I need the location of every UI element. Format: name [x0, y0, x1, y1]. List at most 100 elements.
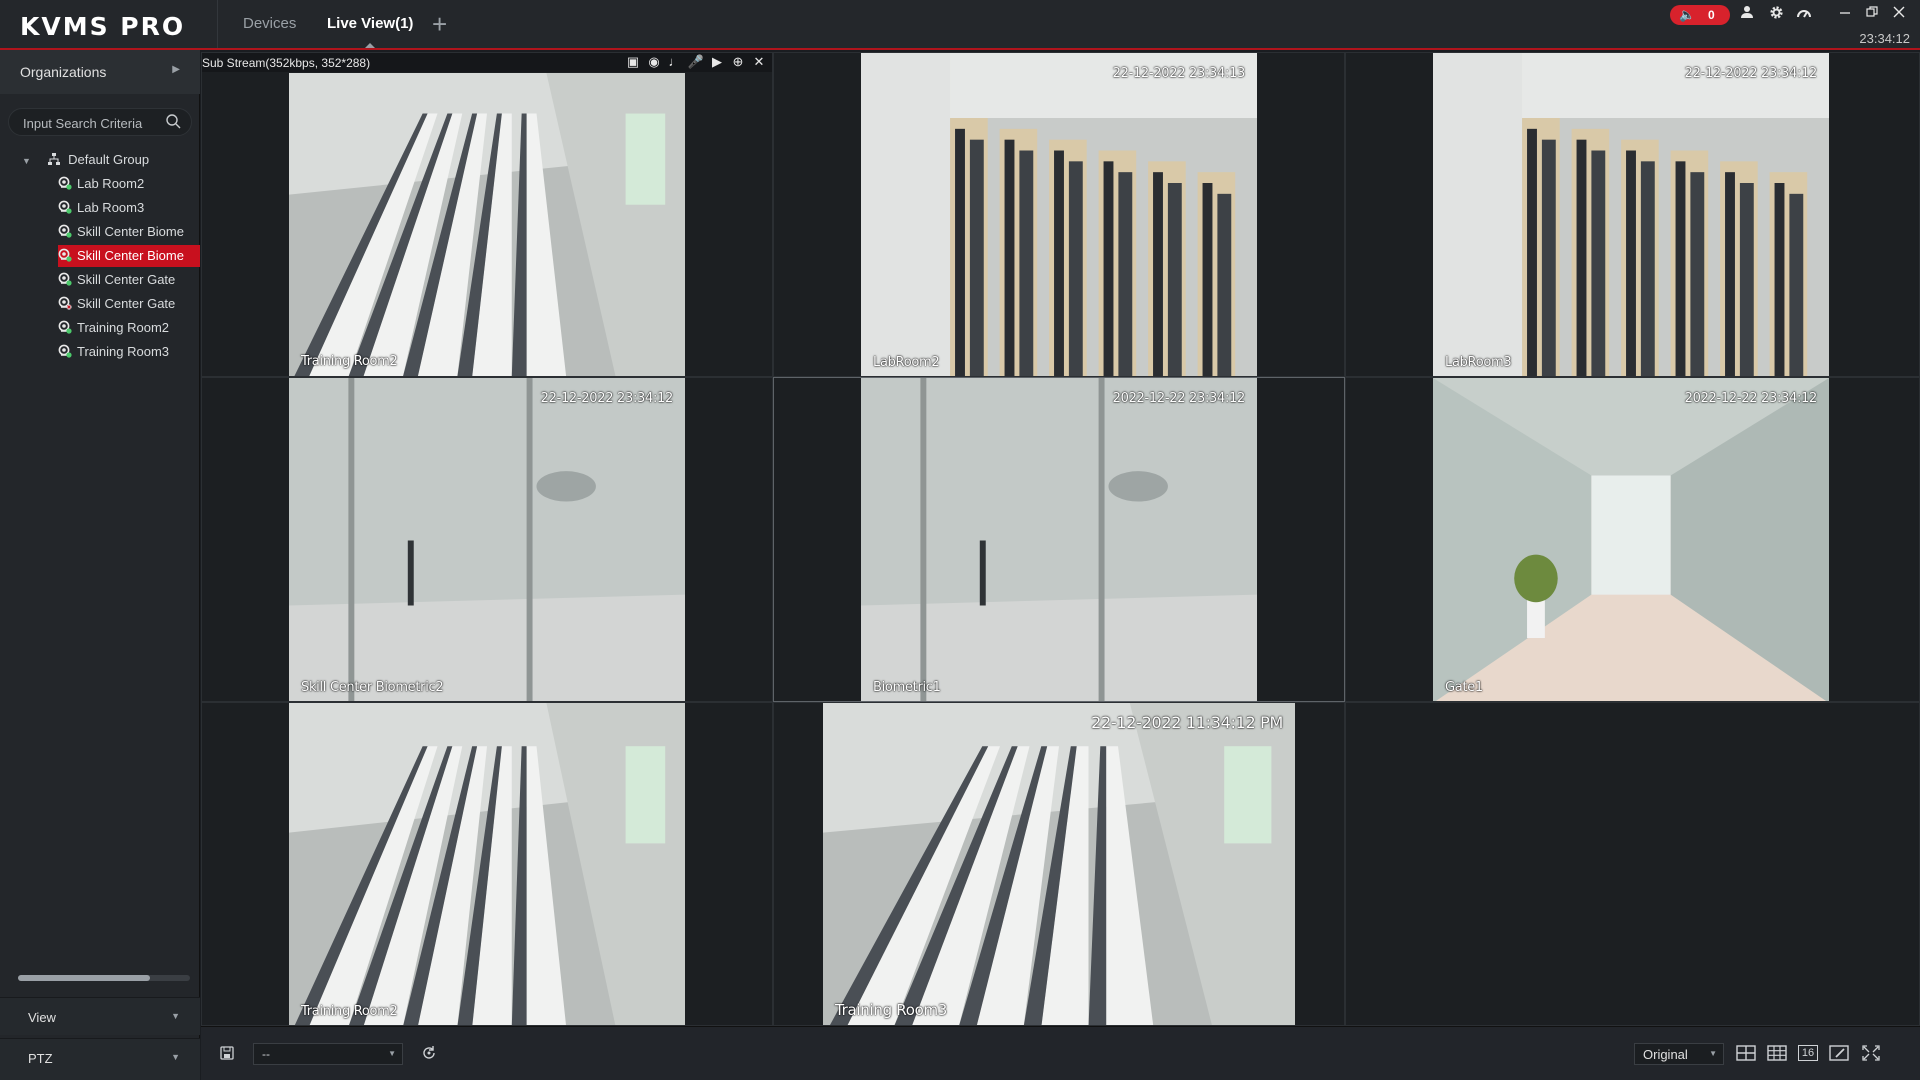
camera-online-icon — [58, 199, 72, 214]
camera-video-frame: Training Room2 — [289, 73, 685, 376]
video-cell[interactable]: 2022-12-22 23:34:12 Gate1 — [1345, 377, 1920, 702]
layout-4-icon[interactable] — [1736, 1044, 1756, 1062]
tree-root-default-group[interactable]: ▼ Default Group — [22, 149, 200, 171]
video-cell[interactable]: Training Room2 Sub Stream(352kbps, 352*28… — [201, 52, 773, 377]
camera-name-overlay: Gate1 — [1445, 680, 1483, 695]
camera-online-icon — [58, 343, 72, 358]
camera-timestamp: 22-12-2022 11:34:12 PM — [1091, 713, 1283, 732]
camera-video-frame: 22-12-2022 23:34:13 LabRoom2 — [861, 53, 1257, 376]
divider — [217, 0, 218, 48]
fullscreen-icon[interactable] — [1861, 1044, 1881, 1062]
camera-video-frame: 2022-12-22 23:34:12 Gate1 — [1433, 378, 1829, 701]
live-view-grid: Training Room2 Sub Stream(352kbps, 352*28… — [201, 52, 1920, 1026]
camera-offline-icon — [58, 295, 72, 310]
view-panel-header[interactable]: View ▼ — [0, 997, 200, 1035]
snapshot-icon[interactable]: ◉ — [645, 54, 663, 70]
audio-icon[interactable]: ♩ — [666, 54, 684, 69]
organizations-label: Organizations — [20, 64, 107, 80]
tree-item-camera[interactable]: Lab Room3 — [58, 197, 200, 219]
camera-video-frame: Training Room2 — [289, 703, 685, 1025]
record-icon[interactable]: ▶ — [708, 54, 726, 70]
close-icon[interactable] — [1889, 5, 1909, 22]
add-tab-button[interactable]: + — [432, 10, 447, 38]
ptz-panel-header[interactable]: PTZ ▼ — [0, 1038, 200, 1080]
minimize-icon[interactable] — [1835, 5, 1855, 22]
chevron-down-icon: ▼ — [171, 1011, 180, 1021]
fisheye-icon[interactable]: ▣ — [624, 54, 642, 70]
search-icon[interactable] — [165, 113, 181, 129]
tree-item-label: Skill Center Gate — [77, 296, 176, 311]
camera-name-overlay: Training Room2 — [301, 354, 398, 369]
aspect-mode-select[interactable]: Original ▼ — [1634, 1043, 1724, 1065]
tree-root-label: Default Group — [68, 152, 150, 167]
layout-9-icon[interactable] — [1767, 1044, 1787, 1062]
video-cell[interactable]: 22-12-2022 11:34:12 PM Training Room3 — [773, 702, 1345, 1026]
camera-name-overlay: Skill Center Biometric2 — [301, 680, 444, 695]
video-cell[interactable]: 22-12-2022 23:34:13 LabRoom2 — [773, 52, 1345, 377]
organization-tree-icon — [47, 151, 61, 165]
camera-online-icon — [58, 319, 72, 334]
restore-icon[interactable] — [1862, 5, 1882, 22]
save-view-icon[interactable] — [217, 1045, 237, 1065]
sidebar: Organizations ▶ ▼ Default Group Lab Room… — [0, 50, 200, 1080]
camera-timestamp: 2022-12-22 23:34:12 — [1112, 391, 1246, 406]
search-input[interactable] — [23, 114, 163, 132]
scrollbar-thumb[interactable] — [18, 975, 150, 981]
tree-item-camera[interactable]: Training Room3 — [58, 341, 200, 363]
gear-icon[interactable] — [1766, 5, 1786, 24]
tree-item-camera[interactable]: Skill Center Gate — [58, 269, 200, 291]
refresh-icon[interactable] — [419, 1045, 439, 1065]
video-cell[interactable]: 22-12-2022 23:34:12 Skill Center Biometri… — [201, 377, 773, 702]
horizontal-scrollbar[interactable] — [18, 975, 190, 981]
camera-name-overlay: Training Room2 — [301, 1004, 398, 1019]
alarm-badge[interactable]: 🔈 0 — [1670, 5, 1730, 25]
camera-video-frame: 22-12-2022 11:34:12 PM Training Room3 — [823, 703, 1295, 1025]
view-label: View — [28, 1010, 56, 1025]
video-cell[interactable] — [1345, 702, 1920, 1026]
tree-item-camera[interactable]: Skill Center Biome — [58, 221, 200, 243]
camera-video-frame: 22-12-2022 23:34:12 LabRoom3 — [1433, 53, 1829, 376]
video-cell[interactable]: 22-12-2022 23:34:12 LabRoom3 — [1345, 52, 1920, 377]
search-box — [8, 108, 192, 136]
tab-devices[interactable]: Devices — [243, 0, 296, 48]
tree-item-label: Lab Room3 — [77, 200, 145, 215]
stream-info-text: Sub Stream(352kbps, 352*288) — [202, 56, 371, 70]
tree-item-camera[interactable]: Lab Room2 — [58, 173, 200, 195]
camera-timestamp: 22-12-2022 23:34:12 — [540, 391, 674, 406]
user-icon[interactable] — [1737, 5, 1757, 23]
layout-16-icon[interactable]: 16 — [1798, 1045, 1818, 1061]
talk-icon[interactable]: 🎤 — [687, 54, 705, 70]
tab-live-view[interactable]: Live View(1) — [327, 0, 413, 48]
tree-item-camera[interactable]: Training Room2 — [58, 317, 200, 339]
close-icon[interactable]: ✕ — [750, 54, 768, 70]
camera-online-icon — [58, 271, 72, 286]
chevron-right-icon: ▶ — [172, 64, 180, 75]
zoom-icon[interactable]: ⊕ — [729, 54, 747, 70]
custom-layout-icon[interactable] — [1829, 1044, 1849, 1062]
app-logo: KVMS PRO — [20, 12, 186, 41]
camera-online-icon — [58, 223, 72, 238]
camera-video-frame: 2022-12-22 23:34:12 Biometric1 — [861, 378, 1257, 701]
tree-item-label: Training Room3 — [77, 344, 170, 359]
camera-name-overlay: Biometric1 — [873, 680, 941, 695]
tree-item-label: Lab Room2 — [77, 176, 145, 191]
camera-video-frame: 22-12-2022 23:34:12 Skill Center Biometri… — [289, 378, 685, 701]
live-view-toolbar: -- ▼ Original ▼ 16 — [201, 1026, 1920, 1080]
organizations-header[interactable]: Organizations ▶ — [0, 50, 200, 94]
tree-item-camera[interactable]: Skill Center Gate — [58, 293, 200, 315]
system-clock: 23:34:12 — [1859, 31, 1910, 46]
expand-arrow-icon[interactable]: ▼ — [22, 156, 31, 166]
preset-select-value: -- — [262, 1047, 270, 1061]
ptz-label: PTZ — [28, 1051, 53, 1066]
camera-name-overlay: LabRoom3 — [1445, 355, 1512, 370]
chevron-down-icon: ▼ — [171, 1052, 180, 1062]
performance-gauge-icon[interactable] — [1794, 5, 1814, 23]
camera-timestamp: 2022-12-22 23:34:12 — [1684, 391, 1818, 406]
view-preset-select[interactable]: -- ▼ — [253, 1043, 403, 1065]
tree-item-camera[interactable]: Skill Center Biome — [58, 245, 200, 267]
camera-timestamp: 22-12-2022 23:34:13 — [1112, 66, 1246, 81]
video-cell[interactable]: 2022-12-22 23:34:12 Biometric1 — [773, 377, 1345, 702]
speaker-icon: 🔈 — [1679, 7, 1696, 22]
video-cell[interactable]: Training Room2 — [201, 702, 773, 1026]
tree-item-label: Skill Center Biome — [77, 248, 184, 263]
